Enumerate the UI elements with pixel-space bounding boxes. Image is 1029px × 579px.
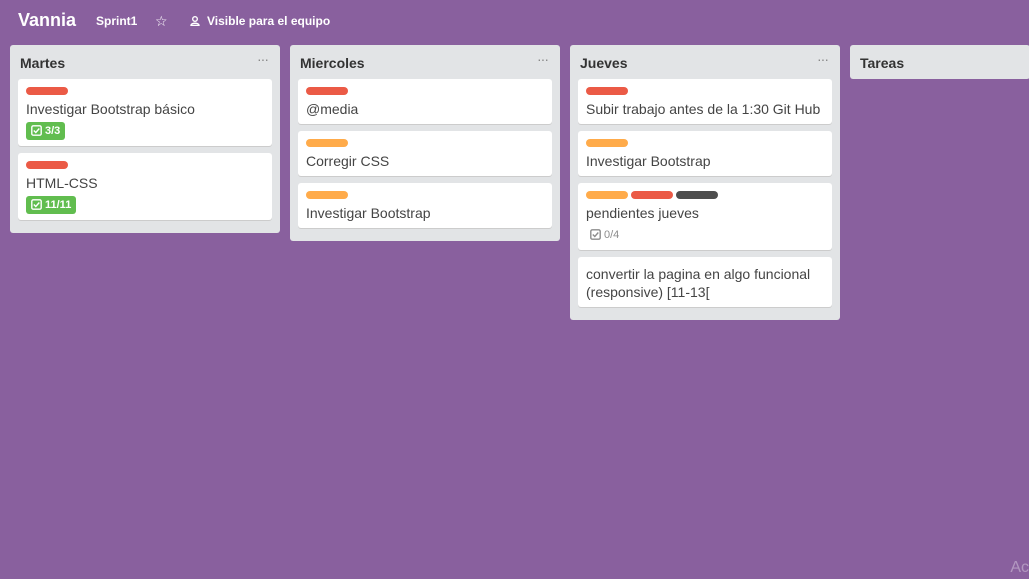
card[interactable]: Investigar Bootstrap <box>298 183 552 228</box>
team-icon <box>190 16 200 26</box>
list-1: Martes ··· Investigar Bootstrap básico 3/3 H… <box>10 45 280 233</box>
card-title: convertir la pagina en algo funcional (r… <box>586 266 811 300</box>
card-title: Investigar Bootstrap <box>306 205 431 221</box>
checklist-count: 0/4 <box>604 229 620 241</box>
checklist-badge: 3/3 <box>26 122 66 140</box>
checklist-badge: 0/4 <box>586 226 624 244</box>
checklist-icon <box>31 125 42 136</box>
checklist-badge: 11/11 <box>26 196 77 214</box>
card[interactable]: Investigar Bootstrap <box>578 131 832 176</box>
card[interactable]: convertir la pagina en algo funcional (r… <box>578 257 832 307</box>
list-title[interactable]: Miercoles <box>300 55 365 71</box>
card-title: HTML-CSS <box>26 175 98 191</box>
list-header: Jueves ··· <box>578 45 832 79</box>
board-header: Vannia Sprint1 ☆ Visible para el equipo <box>0 0 1029 44</box>
label-orange[interactable] <box>586 191 628 199</box>
card-labels <box>586 191 824 199</box>
label-dark[interactable] <box>676 191 718 199</box>
visibility-label: Visible para el equipo <box>207 14 331 28</box>
card[interactable]: HTML-CSS 11/11 <box>18 153 272 220</box>
label-red[interactable] <box>586 87 628 95</box>
card[interactable]: Investigar Bootstrap básico 3/3 <box>18 79 272 146</box>
card-labels <box>26 87 264 95</box>
watermark-text: Ac <box>1010 559 1029 576</box>
label-red[interactable] <box>306 87 348 95</box>
card[interactable]: pendientes jueves 0/4 <box>578 183 832 250</box>
list-title[interactable]: Martes <box>20 55 65 71</box>
card-title: Investigar Bootstrap <box>586 153 711 169</box>
visibility-button[interactable]: Visible para el equipo <box>190 14 330 28</box>
card-labels <box>306 87 544 95</box>
label-red[interactable] <box>26 161 68 169</box>
card[interactable]: @media <box>298 79 552 124</box>
list-menu-icon[interactable]: ··· <box>537 51 549 67</box>
list-menu-icon[interactable]: ··· <box>817 51 829 67</box>
card-title: @media <box>306 101 359 117</box>
card-title: Investigar Bootstrap básico <box>26 101 195 117</box>
card[interactable]: Corregir CSS <box>298 131 552 176</box>
checklist-count: 3/3 <box>45 125 61 137</box>
card-labels <box>26 161 264 169</box>
checklist-icon <box>590 229 601 240</box>
card-labels <box>586 87 824 95</box>
list-3: Jueves ··· Subir trabajo antes de la 1:30 … <box>570 45 840 320</box>
star-icon[interactable]: ☆ <box>155 13 168 29</box>
checklist-icon <box>31 199 42 210</box>
list-header: Miercoles ··· <box>298 45 552 79</box>
checklist-count: 11/11 <box>45 199 72 211</box>
card[interactable]: Subir trabajo antes de la 1:30 Git Hub <box>578 79 832 124</box>
list-2: Miercoles ··· @media Corregir CSS Investigar… <box>290 45 560 241</box>
label-orange[interactable] <box>586 139 628 147</box>
list-header: Martes ··· <box>18 45 272 79</box>
list-4: Tareas <box>850 45 1029 79</box>
card-labels <box>306 139 544 147</box>
list-header: Tareas <box>858 45 1022 79</box>
label-orange[interactable] <box>306 139 348 147</box>
board-name-button[interactable]: Sprint1 <box>96 14 137 28</box>
list-menu-icon[interactable]: ··· <box>257 51 269 67</box>
list-title[interactable]: Jueves <box>580 55 627 71</box>
label-orange[interactable] <box>306 191 348 199</box>
label-red[interactable] <box>631 191 673 199</box>
board-title[interactable]: Vannia <box>18 10 76 31</box>
list-title[interactable]: Tareas <box>860 55 904 71</box>
card-title: Corregir CSS <box>306 153 390 169</box>
card-labels <box>586 139 824 147</box>
label-red[interactable] <box>26 87 68 95</box>
card-title: pendientes jueves <box>586 205 699 221</box>
card-labels <box>306 191 544 199</box>
card-title: Subir trabajo antes de la 1:30 Git Hub <box>586 101 821 117</box>
